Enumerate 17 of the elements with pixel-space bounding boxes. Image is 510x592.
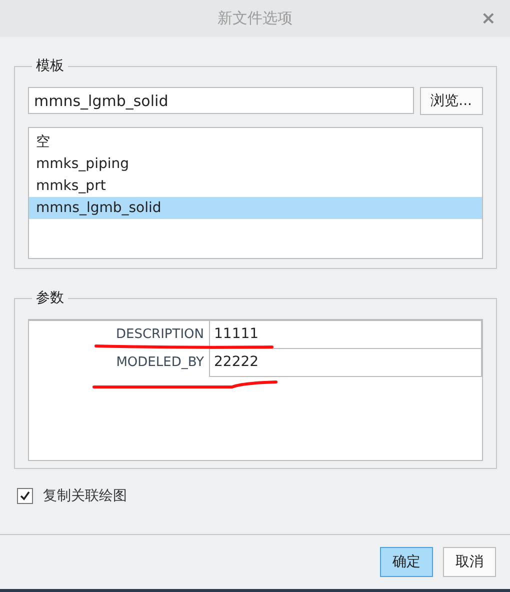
browse-button[interactable]: 浏览... — [420, 87, 483, 115]
parameter-name: MODELED_BY — [116, 354, 204, 372]
list-item[interactable]: 空 — [29, 131, 482, 153]
window-title: 新文件选项 — [218, 9, 292, 28]
list-item[interactable]: mmns_lgmb_solid — [29, 197, 482, 219]
group-label: 参数 — [35, 289, 65, 307]
list-item[interactable]: mmks_piping — [29, 153, 482, 175]
dialog-button[interactable]: 确定 — [380, 547, 433, 577]
parameter-name: DESCRIPTION — [116, 326, 204, 344]
dialog-button[interactable]: 取消 — [443, 547, 496, 577]
template-field[interactable]: mmns_lgmb_solid — [28, 87, 414, 114]
parameter-value[interactable]: 22222 — [209, 349, 482, 377]
parameter-value[interactable]: 11111 — [209, 321, 482, 349]
checkbox[interactable] — [17, 488, 33, 504]
checkbox-label: 复制关联绘图 — [43, 487, 127, 505]
list-item[interactable]: mmks_prt — [29, 175, 482, 197]
group-label: 模板 — [35, 57, 65, 75]
